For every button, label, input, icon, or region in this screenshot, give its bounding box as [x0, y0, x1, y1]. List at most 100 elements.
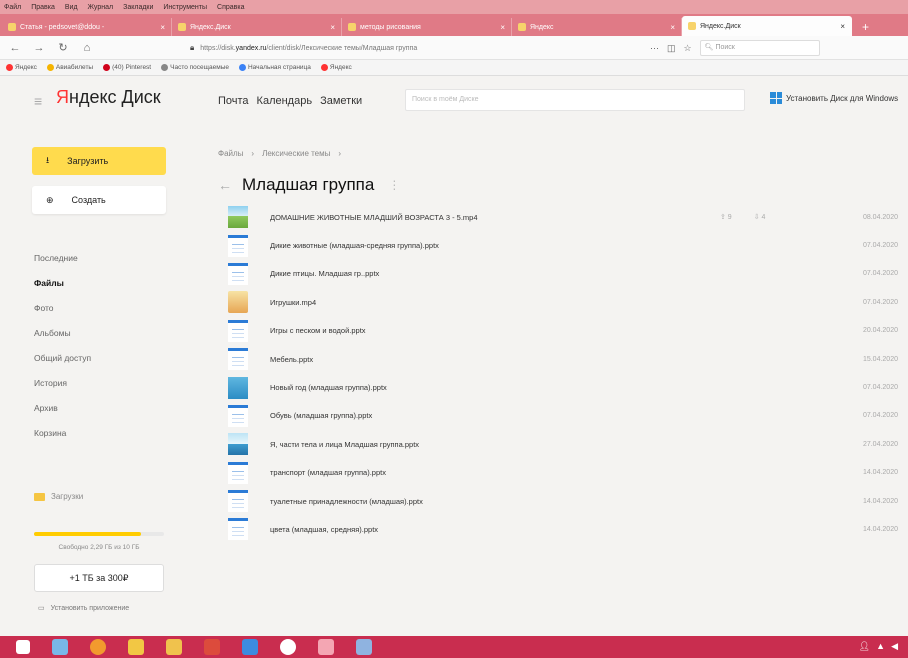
logo-text: ндекс Диск — [69, 87, 161, 107]
user-icon[interactable]: 👤︎ — [859, 641, 870, 652]
bookmark-item[interactable]: (40) Pinterest — [103, 63, 151, 71]
edge-icon[interactable] — [242, 639, 258, 655]
folder-taskbar-icon[interactable] — [166, 639, 182, 655]
close-icon[interactable]: × — [670, 23, 675, 32]
close-icon[interactable]: × — [840, 22, 845, 31]
sidebar-item[interactable]: Последние — [34, 246, 91, 271]
browser-tab[interactable]: Яндекс.Диск × — [172, 18, 342, 36]
pocket-icon[interactable]: ◫ — [667, 43, 676, 54]
browser-search-input[interactable]: 🔍︎ Поиск — [699, 40, 820, 56]
home-icon[interactable]: ⌂ — [80, 42, 94, 54]
bookmark-item[interactable]: Начальная страница — [238, 63, 311, 72]
file-row[interactable]: Игрушки.mp4 07.04.2020 — [222, 288, 908, 316]
network-icon[interactable]: ▲ — [876, 641, 885, 652]
close-icon[interactable]: × — [160, 23, 165, 32]
file-name[interactable]: ДОМАШНИЕ ЖИВОТНЫЕ МЛАДШИЙ ВОЗРАСТА 3 - 5… — [270, 213, 478, 222]
breadcrumb-lexical[interactable]: Лексические темы — [262, 149, 330, 158]
file-name[interactable]: туалетные принадлежности (младшая).pptx — [270, 497, 423, 506]
file-name[interactable]: Дикие птицы. Младшая гр..pptx — [270, 269, 379, 278]
more-icon[interactable]: ⋯ — [650, 43, 659, 54]
close-icon[interactable]: × — [500, 23, 505, 32]
create-button[interactable]: ⊕ Создать — [32, 186, 166, 214]
breadcrumb-files[interactable]: Файлы — [218, 149, 243, 158]
bookmark-star-icon[interactable]: ☆ — [684, 43, 692, 54]
file-name[interactable]: транспорт (младшая группа).pptx — [270, 468, 386, 477]
sidebar-item[interactable]: Фото — [34, 296, 91, 321]
close-icon[interactable]: × — [330, 23, 335, 32]
file-row[interactable]: Игры с песком и водой.pptx 20.04.2020 — [222, 317, 908, 345]
hamburger-menu-icon[interactable]: ≡ — [34, 93, 42, 109]
bookmark-label: Начальная страница — [247, 64, 311, 72]
volume-icon[interactable]: ◀ — [891, 641, 898, 652]
nav-mail[interactable]: Почта — [218, 95, 249, 107]
firefox-icon[interactable] — [90, 639, 106, 655]
file-name[interactable]: Мебель.pptx — [270, 355, 313, 364]
bookmark-item[interactable]: Яндекс — [6, 63, 37, 71]
browser-tab[interactable]: Статья - pedsovet@ddou - × — [2, 18, 172, 36]
menu-item[interactable]: Файл — [4, 4, 21, 11]
media-icon[interactable] — [356, 639, 372, 655]
sidebar-item[interactable]: Файлы — [34, 271, 91, 296]
nav-notes[interactable]: Заметки — [320, 95, 362, 107]
upload-button[interactable]: ⭳ Загрузить — [32, 147, 166, 175]
menu-item[interactable]: Правка — [31, 4, 55, 11]
file-row[interactable]: ДОМАШНИЕ ЖИВОТНЫЕ МЛАДШИЙ ВОЗРАСТА 3 - 5… — [222, 203, 908, 231]
browser-tab[interactable]: методы рисования × — [342, 18, 512, 36]
bookmark-item[interactable]: Авиабилеты — [46, 63, 93, 71]
browser-tab[interactable]: Яндекс × — [512, 18, 682, 36]
file-date: 08.04.2020 — [862, 213, 898, 221]
reload-icon[interactable]: ↻ — [56, 41, 70, 54]
file-row[interactable]: цвета (младшая, средняя).pptx 14.04.2020 — [222, 515, 908, 543]
yandex-disk-logo[interactable]: Яндекс Диск — [56, 87, 161, 108]
file-row[interactable]: Дикие животные (младшая-средняя группа).… — [222, 231, 908, 259]
file-name[interactable]: Я, части тела и лица Младшая группа.pptx — [270, 440, 419, 449]
nav-calendar[interactable]: Календарь — [257, 95, 313, 107]
sidebar-item[interactable]: Общий доступ — [34, 346, 91, 371]
menu-item[interactable]: Инструменты — [163, 4, 207, 11]
device-icon: ▭ — [38, 605, 45, 612]
folder-options-icon[interactable]: ⋮ — [388, 178, 400, 192]
sidebar-item[interactable]: Архив — [34, 396, 91, 421]
file-row[interactable]: туалетные принадлежности (младшая).pptx 1… — [222, 487, 908, 515]
file-row[interactable]: Обувь (младшая группа).pptx 07.04.2020 — [222, 402, 908, 430]
buy-space-button[interactable]: +1 ТБ за 300₽ — [34, 564, 164, 592]
file-row[interactable]: Новый год (младшая группа).pptx 07.04.202… — [222, 373, 908, 401]
back-arrow-icon[interactable]: ← — [218, 177, 232, 193]
file-name[interactable]: Игрушки.mp4 — [270, 298, 316, 307]
file-row[interactable]: Дикие птицы. Младшая гр..pptx 07.04.2020 — [222, 260, 908, 288]
chrome-icon[interactable] — [128, 639, 144, 655]
file-row[interactable]: транспорт (младшая группа).pptx 14.04.202… — [222, 459, 908, 487]
menu-item[interactable]: Журнал — [88, 4, 114, 11]
new-tab-icon[interactable]: + — [852, 18, 879, 36]
browser-tab[interactable]: Яндекс.Диск × — [682, 16, 852, 36]
start-icon[interactable] — [16, 640, 30, 654]
sidebar-item-downloads[interactable]: Загрузки — [34, 492, 83, 501]
back-icon[interactable]: ← — [8, 42, 22, 54]
file-name[interactable]: Игры с песком и водой.pptx — [270, 326, 366, 335]
sidebar-item[interactable]: Корзина — [34, 421, 91, 446]
install-disk-link[interactable]: Установить Диск для Windows — [770, 92, 898, 104]
file-name[interactable]: Обувь (младшая группа).pptx — [270, 411, 372, 420]
file-name[interactable]: Дикие животные (младшая-средняя группа).… — [270, 241, 439, 250]
breadcrumb: Файлы › Лексические темы › — [218, 149, 341, 158]
menu-item[interactable]: Справка — [217, 4, 244, 11]
menu-item[interactable]: Закладки — [123, 4, 153, 11]
yandex-icon[interactable] — [318, 639, 334, 655]
powerpoint-icon[interactable] — [204, 639, 220, 655]
file-explorer-icon[interactable] — [52, 639, 68, 655]
url-bar[interactable]: 🔒︎ https://disk.yandex.ru/client/disk/Ле… — [190, 39, 670, 57]
bookmark-icon — [46, 63, 54, 71]
sidebar-item[interactable]: Альбомы — [34, 321, 91, 346]
file-row[interactable]: Я, части тела и лица Младшая группа.pptx… — [222, 430, 908, 458]
sidebar-item[interactable]: История — [34, 371, 91, 396]
forward-icon[interactable]: → — [32, 42, 46, 54]
file-name[interactable]: Новый год (младшая группа).pptx — [270, 383, 387, 392]
file-name[interactable]: цвета (младшая, средняя).pptx — [270, 525, 378, 534]
install-app-link[interactable]: ▭ Установить приложение — [38, 604, 129, 613]
bookmark-item[interactable]: Часто посещаемые — [161, 63, 229, 71]
file-row[interactable]: Мебель.pptx 15.04.2020 — [222, 345, 908, 373]
disk-search-input[interactable]: Поиск в moём Диске — [405, 89, 745, 111]
bookmark-item[interactable]: Яндекс — [320, 63, 352, 71]
menu-item[interactable]: Вид — [65, 4, 78, 11]
yandex-browser-icon[interactable] — [280, 639, 296, 655]
